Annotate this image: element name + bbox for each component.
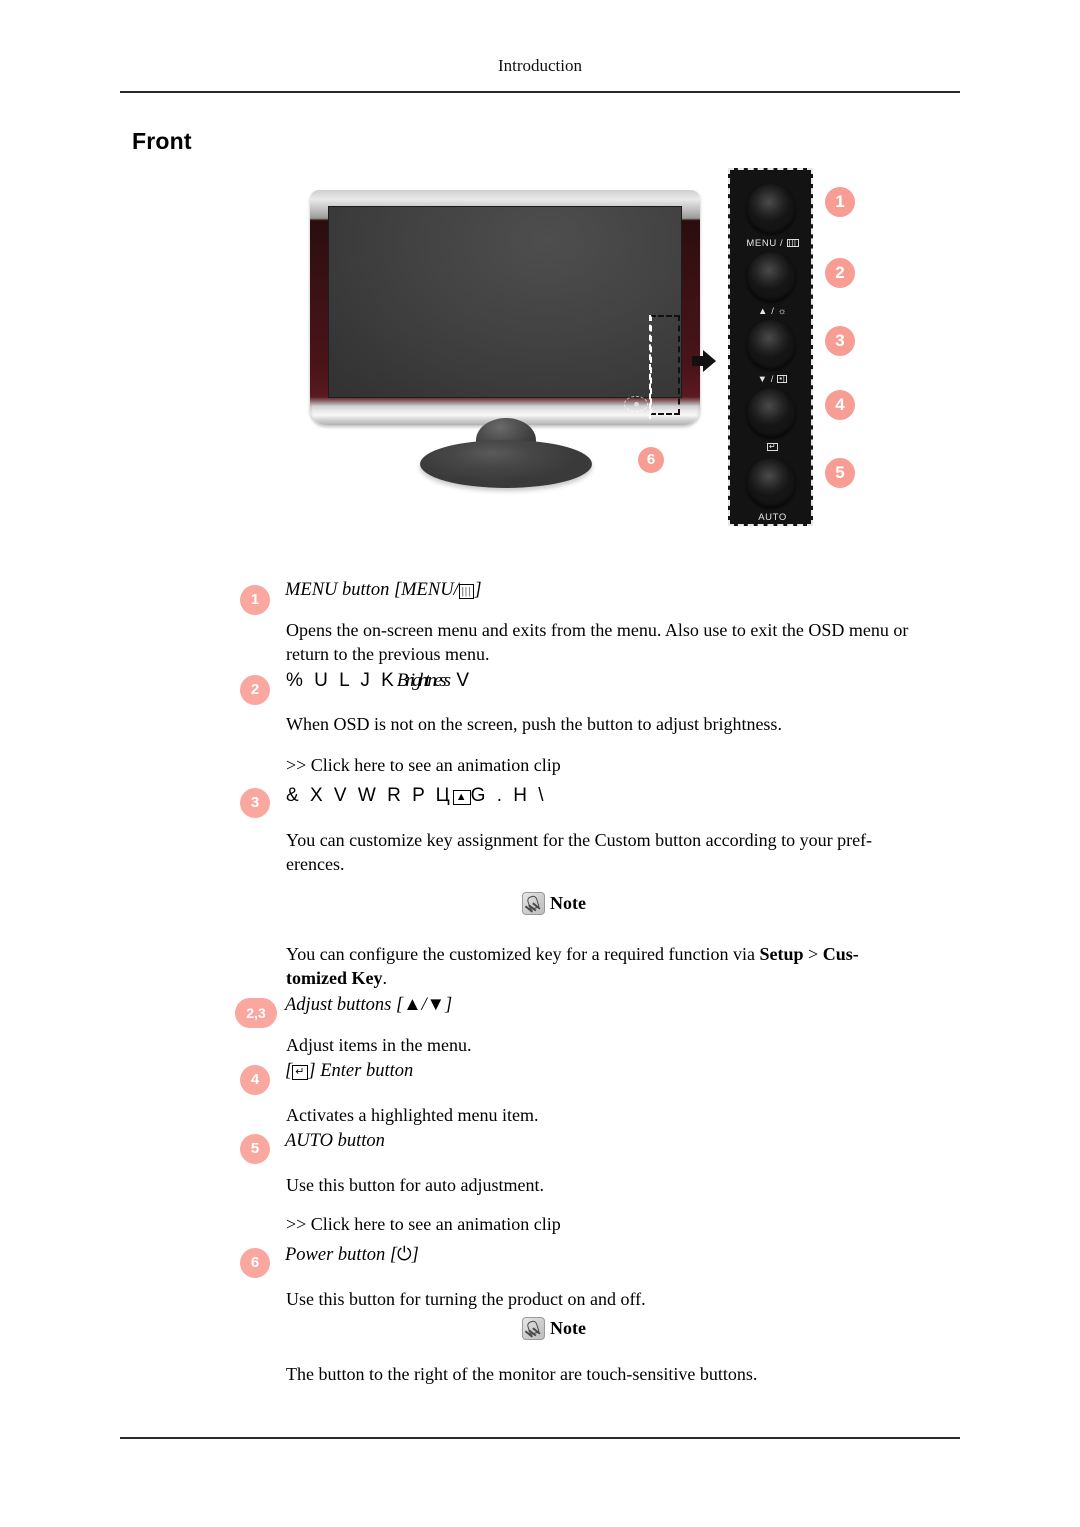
monitor-stand-base xyxy=(420,440,592,488)
panel-label-down-text: ▼ / xyxy=(757,374,775,385)
list-heading-2-garbled: % U L J KBrightness V xyxy=(286,670,473,691)
figure-badge-2: 2 xyxy=(825,258,855,288)
list-badge-6: 6 xyxy=(240,1248,270,1278)
note-block-1: Note xyxy=(522,892,586,915)
list-body-auto: Use this button for auto adjustment. xyxy=(286,1175,544,1195)
note-body-1: You can configure the customized key for… xyxy=(286,944,859,988)
monitor-bezel xyxy=(310,190,700,425)
list-badge-4: 4 xyxy=(240,1065,270,1095)
list-badge-2: 2 xyxy=(240,675,270,705)
list-heading-enter: [↵] Enter button xyxy=(285,1061,414,1081)
monitor-screen xyxy=(328,206,682,398)
animation-link-1[interactable]: >> Click here to see an animation clip xyxy=(286,753,916,777)
note-icon xyxy=(522,1317,545,1340)
panel-label-enter: ↵ xyxy=(730,442,815,453)
note-icon xyxy=(522,892,545,915)
panel-label-menu-text: MENU / xyxy=(746,238,784,249)
running-head: Introduction xyxy=(497,56,583,75)
figure-badge-6: 6 xyxy=(638,447,664,473)
front-view-figure: 6 MENU / ||| ▲ / ☼ ▼ / ▪| ↵ AUTO 1 2 3 4… xyxy=(300,160,880,550)
brightness-icon: ☼ xyxy=(777,306,788,317)
list-body-adjust: Adjust items in the menu. xyxy=(286,1035,472,1055)
panel-button-down[interactable] xyxy=(746,320,796,370)
figure-badge-1: 1 xyxy=(825,187,855,217)
note-block-2: Note xyxy=(522,1317,586,1340)
customized-key-icon: ▪| xyxy=(777,374,788,384)
header-divider xyxy=(120,91,960,93)
enter-icon: ↵ xyxy=(766,442,779,452)
list-heading-adjust: Adjust buttons [▲/▼] xyxy=(285,995,453,1015)
callout-region-box xyxy=(649,315,680,419)
list-heading-1: MENU button [MENU/|||] xyxy=(285,580,482,600)
note-body-2: The button to the right of the monitor a… xyxy=(286,1364,758,1384)
list-heading-auto: AUTO button xyxy=(285,1131,385,1151)
footer-divider xyxy=(120,1437,960,1439)
control-panel: MENU / ||| ▲ / ☼ ▼ / ▪| ↵ AUTO xyxy=(728,168,813,526)
osd-menu-icon: ||| xyxy=(458,584,475,599)
panel-label-up: ▲ / ☼ xyxy=(730,306,815,317)
list-body-3: You can customize key assignment for the… xyxy=(286,830,873,874)
list-heading-3-garbled: & X V W R P Ц ▲ G . H \ xyxy=(286,785,547,806)
panel-label-auto: AUTO xyxy=(758,512,787,523)
osd-menu-icon: ||| xyxy=(786,238,799,248)
figure-badge-3: 3 xyxy=(825,326,855,356)
up-arrow-icon: ▲ xyxy=(452,790,471,805)
list-badge-1: 1 xyxy=(240,585,270,615)
monitor-illustration xyxy=(310,190,700,488)
animation-link-2[interactable]: >> Click here to see an animation clip xyxy=(286,1212,916,1236)
panel-button-auto[interactable] xyxy=(746,458,796,508)
panel-label-menu: MENU / ||| xyxy=(730,238,815,249)
figure-badge-5: 5 xyxy=(825,458,855,488)
list-body-power: Use this button for turning the product … xyxy=(286,1289,646,1309)
panel-button-enter[interactable] xyxy=(746,388,796,438)
power-indicator-icon xyxy=(624,396,648,412)
panel-button-up[interactable] xyxy=(746,252,796,302)
list-body-2: When OSD is not on the screen, push the … xyxy=(286,714,782,734)
list-body-enter: Activates a highlighted menu item. xyxy=(286,1105,539,1125)
panel-label-up-text: ▲ / xyxy=(757,306,775,317)
panel-button-menu[interactable] xyxy=(746,184,796,234)
note-label: Note xyxy=(550,1318,586,1338)
list-body-1: Opens the on-screen menu and exits from … xyxy=(286,620,909,664)
list-badge-5: 5 xyxy=(240,1134,270,1164)
enter-icon: ↵ xyxy=(292,1065,309,1080)
panel-label-down: ▼ / ▪| xyxy=(730,374,815,385)
figure-badge-4: 4 xyxy=(825,390,855,420)
list-badge-3: 3 xyxy=(240,788,270,818)
list-badge-2-3: 2,3 xyxy=(235,998,277,1028)
page-title: Front xyxy=(132,128,192,154)
list-heading-power: Power button [⏻] xyxy=(285,1245,419,1265)
power-icon: ⏻ xyxy=(397,1245,412,1265)
note-label: Note xyxy=(550,893,586,913)
